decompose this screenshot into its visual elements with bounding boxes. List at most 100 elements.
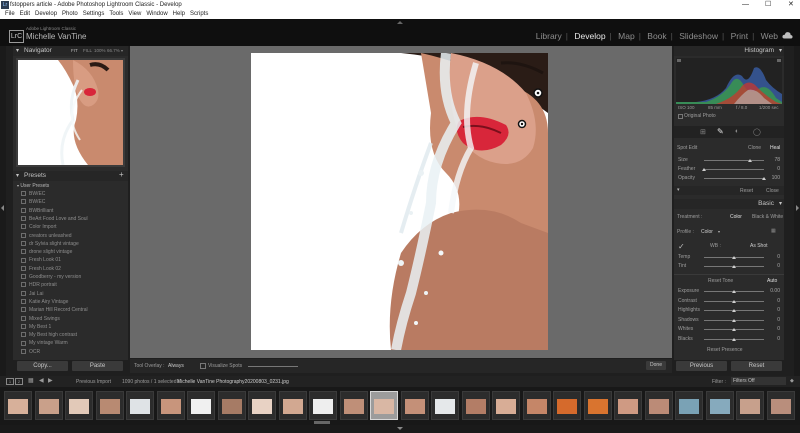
menu-view[interactable]: View: [128, 10, 141, 19]
profile-browser-icon[interactable]: ▦: [771, 228, 776, 234]
filmstrip-thumbnail[interactable]: [644, 391, 673, 420]
source-label[interactable]: Previous Import: [76, 379, 111, 385]
spot-removal-tool-icon[interactable]: ✎: [717, 127, 724, 136]
close-icon[interactable]: ✕: [788, 0, 794, 10]
filmstrip-thumbnail[interactable]: [461, 391, 490, 420]
module-map[interactable]: Map: [618, 31, 635, 41]
filmstrip-thumbnail[interactable]: [736, 391, 764, 420]
preset-item[interactable]: Fresh Look 01: [21, 257, 61, 263]
slider-knob[interactable]: [732, 328, 736, 331]
slider-value[interactable]: 0: [766, 254, 780, 260]
minimize-icon[interactable]: —: [742, 0, 749, 10]
spot-close-button[interactable]: Close: [766, 188, 779, 194]
left-panel-edge[interactable]: [0, 46, 6, 376]
filmstrip-thumbnail[interactable]: [278, 391, 307, 420]
main-photo[interactable]: [251, 53, 548, 350]
filmstrip-thumbnail[interactable]: [675, 391, 703, 420]
add-preset-icon[interactable]: +: [119, 170, 124, 180]
slider-knob[interactable]: [732, 318, 736, 322]
slider-value[interactable]: 0: [766, 317, 780, 323]
slider-knob[interactable]: [732, 337, 736, 341]
histogram-graph[interactable]: [676, 58, 782, 104]
menu-tools[interactable]: Tools: [109, 10, 123, 19]
menu-scripts[interactable]: Scripts: [190, 10, 208, 19]
right-panel-edge[interactable]: [794, 46, 800, 376]
wb-eyedropper-icon[interactable]: ✓: [678, 242, 685, 251]
filmstrip-thumbnail[interactable]: [156, 391, 185, 420]
preset-item[interactable]: Katie Airy Vintage: [21, 299, 68, 305]
filmstrip-thumbnail[interactable]: [766, 391, 795, 420]
menu-window[interactable]: Window: [146, 10, 167, 19]
preset-item[interactable]: My Best 1: [21, 324, 51, 330]
zoom-66[interactable]: 66.7%: [107, 46, 120, 56]
filmstrip-thumbnail[interactable]: [431, 391, 459, 420]
slider-value[interactable]: 0: [766, 166, 780, 172]
menu-photo[interactable]: Photo: [62, 10, 78, 19]
slider-value[interactable]: 0.00: [766, 288, 780, 294]
filmstrip-thumbnail[interactable]: [705, 391, 734, 420]
filmstrip-thumbnail[interactable]: [34, 391, 63, 420]
preset-item[interactable]: dr Sylvia slight vintage: [21, 241, 79, 247]
paste-button[interactable]: Paste: [72, 361, 123, 371]
module-book[interactable]: Book: [647, 31, 666, 41]
preset-item[interactable]: BWBrilliant: [21, 208, 53, 214]
preset-item[interactable]: BW/EC: [21, 191, 45, 197]
preset-item[interactable]: Fresh Look 02: [21, 266, 61, 272]
slider-track[interactable]: [704, 178, 764, 179]
filmstrip-thumbnail[interactable]: [95, 391, 124, 420]
filmstrip-thumbnail[interactable]: [553, 391, 581, 420]
filmstrip-thumbnail[interactable]: [492, 391, 520, 420]
clone-mode[interactable]: Clone: [748, 145, 761, 151]
menu-help[interactable]: Help: [173, 10, 185, 19]
module-library[interactable]: Library: [536, 31, 562, 41]
menu-settings[interactable]: Settings: [83, 10, 105, 19]
slider-value[interactable]: 0: [766, 298, 780, 304]
preset-item[interactable]: HDR portrait: [21, 282, 57, 288]
forward-arrow-icon[interactable]: ▶: [48, 377, 53, 384]
module-develop[interactable]: Develop: [574, 31, 605, 41]
filmstrip-thumbnail[interactable]: [217, 391, 246, 420]
cloud-sync-icon[interactable]: [782, 31, 793, 39]
crop-tool-icon[interactable]: ⊞: [700, 128, 706, 136]
filmstrip-thumbnail[interactable]: [370, 391, 398, 420]
screen-1-icon[interactable]: 1: [6, 378, 14, 385]
bottom-collapse-icon[interactable]: [397, 427, 403, 430]
profile-select[interactable]: Color: [701, 229, 713, 235]
preset-item[interactable]: My Best high contrast: [21, 332, 77, 338]
slider-knob[interactable]: [732, 309, 736, 312]
slider-value[interactable]: 0: [766, 263, 780, 269]
spot-reset-button[interactable]: Reset: [740, 188, 753, 194]
filmstrip-thumbnail[interactable]: [614, 391, 642, 420]
auto-tone-button[interactable]: Auto: [767, 278, 777, 284]
visualize-spots-checkbox[interactable]: [200, 363, 206, 369]
slider-knob[interactable]: [732, 256, 736, 259]
copy-button[interactable]: Copy...: [17, 361, 68, 371]
menu-develop[interactable]: Develop: [35, 10, 57, 19]
module-print[interactable]: Print: [731, 31, 748, 41]
slider-value[interactable]: 78: [766, 157, 780, 163]
slider-knob[interactable]: [747, 159, 752, 162]
filmstrip-thumbnail[interactable]: [309, 391, 337, 420]
left-collapse-icon[interactable]: [1, 205, 4, 211]
zoom-fit[interactable]: FIT: [71, 46, 78, 56]
presets-header[interactable]: ▾ Presets +: [13, 170, 128, 181]
visualize-spots-slider[interactable]: [248, 366, 298, 367]
preset-item[interactable]: BeArt Food Love and Soul: [21, 216, 88, 222]
filmstrip-thumbnail[interactable]: [339, 391, 368, 420]
slider-value[interactable]: 0: [766, 326, 780, 332]
filmstrip-thumbnail[interactable]: [248, 391, 276, 420]
preset-item[interactable]: drone slight vintage: [21, 249, 72, 255]
preset-item[interactable]: Color Import: [21, 224, 57, 230]
done-button[interactable]: Done: [646, 361, 666, 370]
filmstrip-thumbnail[interactable]: [522, 391, 551, 420]
navigator-header[interactable]: ▾ Navigator FIT FILL 100% 66.7% ▾: [13, 46, 128, 56]
grid-view-icon[interactable]: ▦: [28, 377, 34, 384]
spot-menu-icon[interactable]: ▾: [677, 187, 680, 193]
current-filename[interactable]: Michelle VanTine Photography20200803_023…: [177, 379, 289, 385]
filmstrip-thumbnail[interactable]: [583, 391, 612, 420]
reset-button[interactable]: Reset: [731, 361, 782, 371]
treatment-bw[interactable]: Black & White: [752, 214, 783, 220]
reset-presence-label[interactable]: Reset Presence: [707, 347, 743, 353]
filmstrip-thumbnail[interactable]: [65, 391, 93, 420]
slider-track[interactable]: [704, 160, 764, 161]
